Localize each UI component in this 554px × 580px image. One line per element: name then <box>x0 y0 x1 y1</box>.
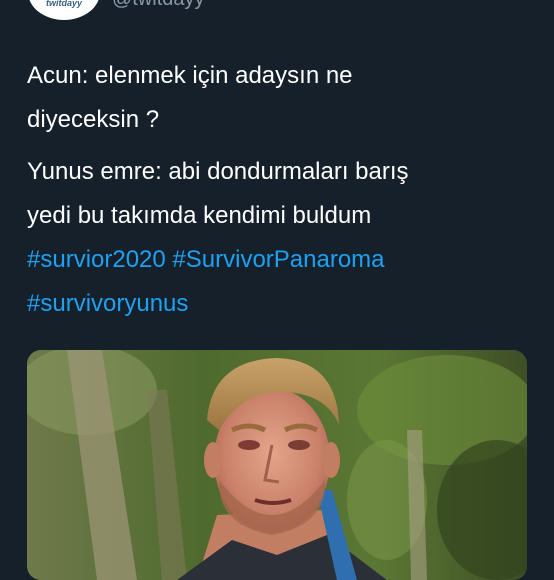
hashtag-line: #survivoryunus <box>27 282 537 326</box>
tweet-photo[interactable] <box>27 350 527 580</box>
tweet-line: yedi bu takımda kendimi buldum <box>27 202 372 229</box>
hashtag-line: #survior2020 #SurvivorPanaroma <box>27 238 537 282</box>
tweet-line: Yunus emre: abi dondurmaları barış <box>27 158 409 185</box>
profile-avatar[interactable]: twitdayy <box>28 0 100 20</box>
hashtag-link[interactable]: #SurvivorPanaroma <box>172 246 384 273</box>
tweet-text: Acun: elenmek için adaysın ne diyeceksin… <box>27 54 537 326</box>
tweet-line: Acun: elenmek için adaysın ne <box>27 62 353 89</box>
tweet-paragraph: Yunus emre: abi dondurmaları barış yedi … <box>27 150 537 326</box>
tweet-line: diyeceksin ? <box>27 106 160 133</box>
tweet-paragraph: Acun: elenmek için adaysın ne diyeceksin… <box>27 54 537 142</box>
hashtag-link[interactable]: #survivoryunus <box>27 290 188 317</box>
user-handle[interactable]: @twitdayy <box>112 0 205 11</box>
photo-image <box>27 350 527 580</box>
hashtag-link[interactable]: #survior2020 <box>27 246 166 273</box>
avatar-logo-text: twitdayy <box>45 0 82 8</box>
